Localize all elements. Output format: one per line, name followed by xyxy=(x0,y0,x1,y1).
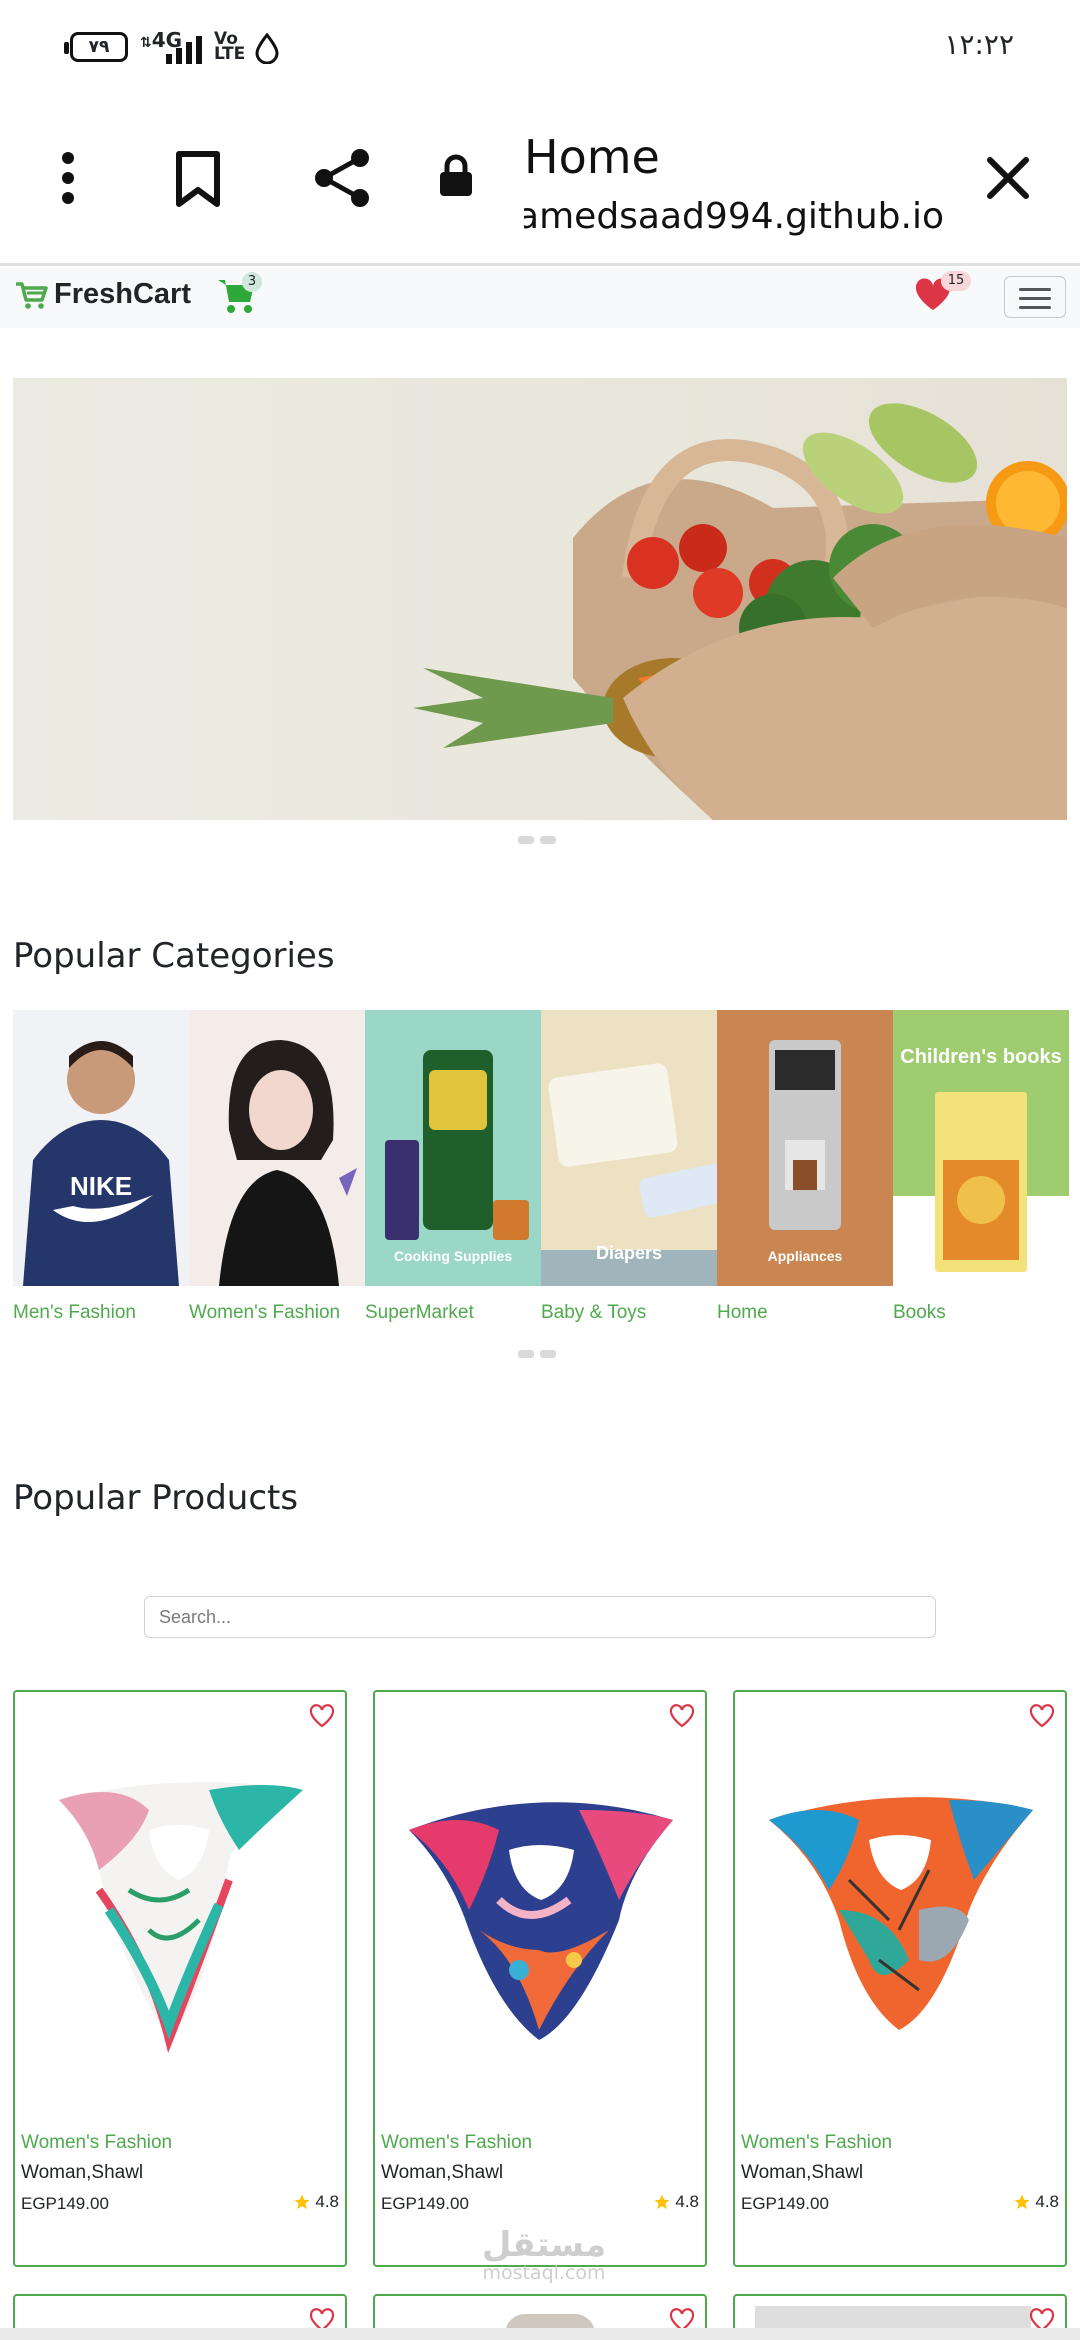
cart-logo-icon xyxy=(16,281,48,309)
products-heading: Popular Products xyxy=(13,1478,299,1518)
hero-image xyxy=(413,403,1067,820)
search-input[interactable] xyxy=(144,1596,936,1638)
close-icon[interactable] xyxy=(986,156,1030,200)
category-label: Women's Fashion xyxy=(189,1302,341,1323)
star-icon xyxy=(294,2194,310,2210)
product-rating: 4.8 xyxy=(653,2192,699,2212)
category-caption: Appliances xyxy=(767,1248,843,1264)
product-card[interactable]: Women's Fashion Woman,Shawl EGP149.00 4.… xyxy=(373,1690,707,2267)
svg-text:NIKE: NIKE xyxy=(70,1171,132,1201)
brand-logo[interactable]: FreshCart xyxy=(14,278,191,311)
wishlist-heart-icon[interactable] xyxy=(1029,1704,1055,1728)
category-label: Home xyxy=(717,1302,768,1323)
clock: ١٢:٢٢ xyxy=(944,28,1014,61)
category-label: Men's Fashion xyxy=(13,1302,136,1323)
categories-slider[interactable]: NIKE Men's Fashion Women's Fashion Cooki… xyxy=(13,1010,1069,1324)
category-home[interactable]: Appliances Home xyxy=(717,1010,893,1324)
category-image: Diapers xyxy=(541,1010,717,1286)
battery-icon: ٧٩ xyxy=(64,32,128,62)
product-title: Woman,Shawl xyxy=(741,2162,864,2183)
share-icon[interactable] xyxy=(312,146,374,210)
category-caption: Children's books xyxy=(900,1046,1062,1068)
category-image xyxy=(189,1010,365,1286)
product-image xyxy=(409,1802,673,2040)
page-title: Home xyxy=(524,130,660,184)
category-baby-toys[interactable]: Diapers Baby & Toys xyxy=(541,1010,717,1324)
product-title: Woman,Shawl xyxy=(381,2162,504,2183)
product-rating: 4.8 xyxy=(1013,2192,1059,2212)
product-card[interactable]: Women's Fashion Woman,Shawl EGP149.00 4.… xyxy=(733,1690,1067,2267)
product-category: Women's Fashion xyxy=(21,2132,173,2153)
product-category: Women's Fashion xyxy=(381,2132,533,2153)
cart-count-badge: 3 xyxy=(242,272,262,292)
status-bar: ٧٩ ⇅4G Vo LTE ١٢:٢٢ xyxy=(0,0,1080,96)
wishlist-heart-icon[interactable] xyxy=(669,1704,695,1728)
watermark: مستقل mostaql.com xyxy=(481,2225,607,2284)
signal-bars-icon xyxy=(166,34,202,64)
product-image xyxy=(769,1797,1033,2030)
product-price: EGP149.00 xyxy=(21,2194,109,2213)
bookmark-icon[interactable] xyxy=(174,150,222,208)
wishlist-heart-icon[interactable] xyxy=(309,1704,335,1728)
category-image: Appliances xyxy=(717,1010,893,1286)
navigation-bar-edge xyxy=(0,2328,1080,2340)
browser-toolbar: Home mohamedsaad994.github.io xyxy=(0,96,1080,266)
star-icon xyxy=(1014,2194,1030,2210)
wishlist-count-badge: 15 xyxy=(941,271,971,291)
hamburger-icon xyxy=(1019,288,1051,291)
data-saver-icon xyxy=(255,32,279,64)
category-image: Cooking Supplies xyxy=(365,1010,541,1286)
product-rating: 4.8 xyxy=(293,2192,339,2212)
star-icon xyxy=(654,2194,670,2210)
categories-slider-dots[interactable] xyxy=(518,1350,556,1358)
category-label: SuperMarket xyxy=(365,1302,474,1323)
volte-indicator: Vo LTE xyxy=(214,29,246,64)
category-mens-fashion[interactable]: NIKE Men's Fashion xyxy=(13,1010,189,1324)
product-image xyxy=(59,1782,303,2053)
hero-slider-dots[interactable] xyxy=(518,836,556,844)
more-vert-icon[interactable] xyxy=(58,150,78,206)
categories-heading: Popular Categories xyxy=(13,936,335,976)
site-navbar: FreshCart 3 15 xyxy=(0,268,1080,328)
category-caption: Diapers xyxy=(595,1243,663,1263)
hero-slider[interactable] xyxy=(13,378,1067,820)
url-host[interactable]: mohamedsaad994.github.io xyxy=(524,196,944,237)
category-supermarket[interactable]: Cooking Supplies SuperMarket xyxy=(365,1010,541,1324)
category-image: Children's books xyxy=(893,1010,1069,1286)
product-price: EGP149.00 xyxy=(381,2194,469,2213)
lock-icon xyxy=(440,154,472,196)
menu-toggle-button[interactable] xyxy=(1004,276,1066,318)
product-title: Woman,Shawl xyxy=(21,2162,144,2183)
brand-name: FreshCart xyxy=(54,278,191,310)
category-image: NIKE xyxy=(13,1010,189,1286)
category-caption: Cooking Supplies xyxy=(393,1248,513,1264)
category-womens-fashion[interactable]: Women's Fashion xyxy=(189,1010,365,1324)
category-label: Baby & Toys xyxy=(541,1302,647,1323)
product-card[interactable]: Women's Fashion Woman,Shawl EGP149.00 4.… xyxy=(13,1690,347,2267)
battery-level: ٧٩ xyxy=(88,37,110,57)
category-books[interactable]: Children's books Books xyxy=(893,1010,1069,1324)
product-category: Women's Fashion xyxy=(741,2132,893,2153)
product-price: EGP149.00 xyxy=(741,2194,829,2213)
category-label: Books xyxy=(893,1302,946,1323)
